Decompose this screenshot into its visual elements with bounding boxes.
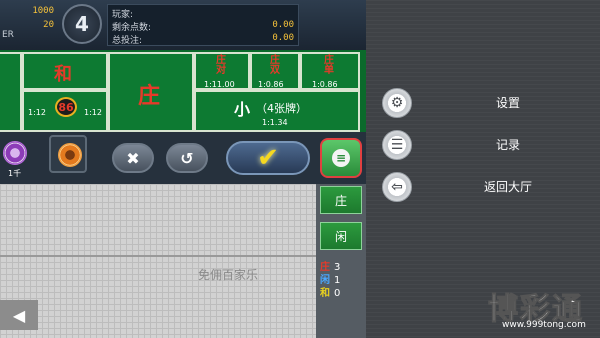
predict-player-label: 闲 bbox=[334, 229, 347, 244]
menu-item-settings[interactable]: ⚙ 设置 bbox=[372, 86, 600, 120]
hamburger-icon: ≡ bbox=[332, 149, 350, 167]
info-row-remaining: 剩余点数: 0.00 bbox=[112, 20, 294, 33]
check-icon: ✔ bbox=[257, 143, 279, 173]
stat-value-2: 20 bbox=[43, 20, 54, 30]
round-number: 4 bbox=[75, 12, 89, 36]
bet-cell-tie[interactable]: 和 bbox=[22, 52, 108, 90]
small-odds: 1:1.34 bbox=[262, 118, 288, 127]
count-row-tie: 和0 bbox=[320, 284, 341, 299]
bet-cell-banker[interactable]: 庄 bbox=[108, 52, 194, 132]
banker-single-label: 庄单 bbox=[324, 55, 334, 76]
menu-return-lobby-label: 返回大厅 bbox=[483, 180, 532, 194]
small-sublabel: （4张牌） bbox=[256, 102, 307, 115]
count-row-player: 闲1 bbox=[320, 271, 340, 286]
banker-single-odds: 1:0.86 bbox=[312, 80, 338, 89]
back-arrow-icon: ◀ bbox=[12, 305, 26, 325]
super6-badge: 86 bbox=[55, 97, 77, 117]
chip-1000[interactable] bbox=[3, 141, 27, 165]
repeat-bet-button[interactable]: ↺ bbox=[166, 143, 208, 173]
site-logo: 博彩通 www.999tong.com bbox=[488, 284, 596, 336]
undo-icon: ↺ bbox=[180, 148, 194, 168]
bet-cell-left-partial[interactable] bbox=[0, 52, 22, 132]
logo-url: www.999tong.com bbox=[502, 320, 586, 330]
bet-cell-banker-single[interactable]: 庄单 1:0.86 bbox=[300, 52, 360, 90]
menu-settings-label: 设置 bbox=[495, 96, 520, 110]
game-name-watermark: 免佣百家乐 bbox=[198, 268, 259, 282]
count-tie-label: 和 bbox=[320, 288, 330, 299]
menu-records-label: 记录 bbox=[495, 138, 520, 152]
bet-cell-banker-pair[interactable]: 庄对 1:11.00 bbox=[194, 52, 250, 90]
road-map-divider bbox=[0, 255, 316, 257]
exit-icon: ⇦ bbox=[382, 172, 412, 202]
remaining-value: 0.00 bbox=[272, 20, 294, 30]
super6-text: 86 bbox=[58, 100, 74, 114]
total-bet-value: 0.00 bbox=[272, 33, 294, 43]
tie-odds-left: 1:12 bbox=[28, 108, 46, 117]
banker-double-label: 庄双 bbox=[270, 55, 280, 76]
betting-board: 和 1:12 1:12 86 庄 庄对 1:11.00 庄双 1:0.86 庄单… bbox=[0, 50, 366, 132]
menu-item-return-lobby[interactable]: ⇦ 返回大厅 bbox=[372, 170, 600, 204]
predict-banker-label: 庄 bbox=[334, 193, 347, 208]
banker-pair-label: 庄对 bbox=[216, 55, 226, 76]
banker-pair-odds: 1:11.00 bbox=[204, 80, 235, 89]
small-label: 小 bbox=[234, 100, 251, 119]
road-map-grid bbox=[0, 184, 316, 338]
cancel-bet-button[interactable]: ✖ bbox=[112, 143, 154, 173]
tie-label: 和 bbox=[54, 64, 72, 85]
bet-cell-small[interactable]: 小 （4张牌） 1:1.34 bbox=[194, 90, 360, 132]
predict-banker-button[interactable]: 庄 bbox=[320, 186, 362, 214]
banker-label: 庄 bbox=[138, 84, 161, 109]
close-icon: ✖ bbox=[126, 148, 140, 168]
confirm-bet-button[interactable]: ✔ bbox=[226, 141, 310, 175]
menu-item-records[interactable]: ☰ 记录 bbox=[372, 128, 600, 162]
count-row-banker: 庄3 bbox=[320, 258, 340, 273]
count-tie-value: 0 bbox=[334, 288, 341, 299]
remaining-label: 剩余点数: bbox=[112, 23, 152, 33]
player-label: 玩家: bbox=[112, 10, 134, 20]
player-name-fragment: ER bbox=[2, 30, 14, 40]
back-button[interactable]: ◀ bbox=[0, 300, 38, 330]
stat-value-1: 1000 bbox=[32, 6, 54, 16]
banker-double-odds: 1:0.86 bbox=[258, 80, 284, 89]
predict-player-button[interactable]: 闲 bbox=[320, 222, 362, 250]
info-row-total-bet: 总投注: 0.00 bbox=[112, 33, 294, 46]
chip-control-bar: 1千 ✖ ↺ ✔ ≡ bbox=[0, 132, 366, 184]
chip-1000-label: 1千 bbox=[8, 169, 22, 178]
bet-cell-banker-double[interactable]: 庄双 1:0.86 bbox=[250, 52, 300, 90]
gear-icon: ⚙ bbox=[382, 88, 412, 118]
menu-toggle-button[interactable]: ≡ bbox=[320, 138, 362, 178]
info-row-player: 玩家: bbox=[112, 7, 294, 20]
chip-orange[interactable] bbox=[58, 143, 82, 167]
round-counter-badge: 4 bbox=[62, 4, 102, 44]
tie-odds-right: 1:12 bbox=[84, 108, 102, 117]
total-bet-label: 总投注: bbox=[112, 36, 143, 46]
player-info-box: 玩家: 剩余点数: 0.00 总投注: 0.00 bbox=[107, 4, 299, 46]
list-icon: ☰ bbox=[382, 130, 412, 160]
